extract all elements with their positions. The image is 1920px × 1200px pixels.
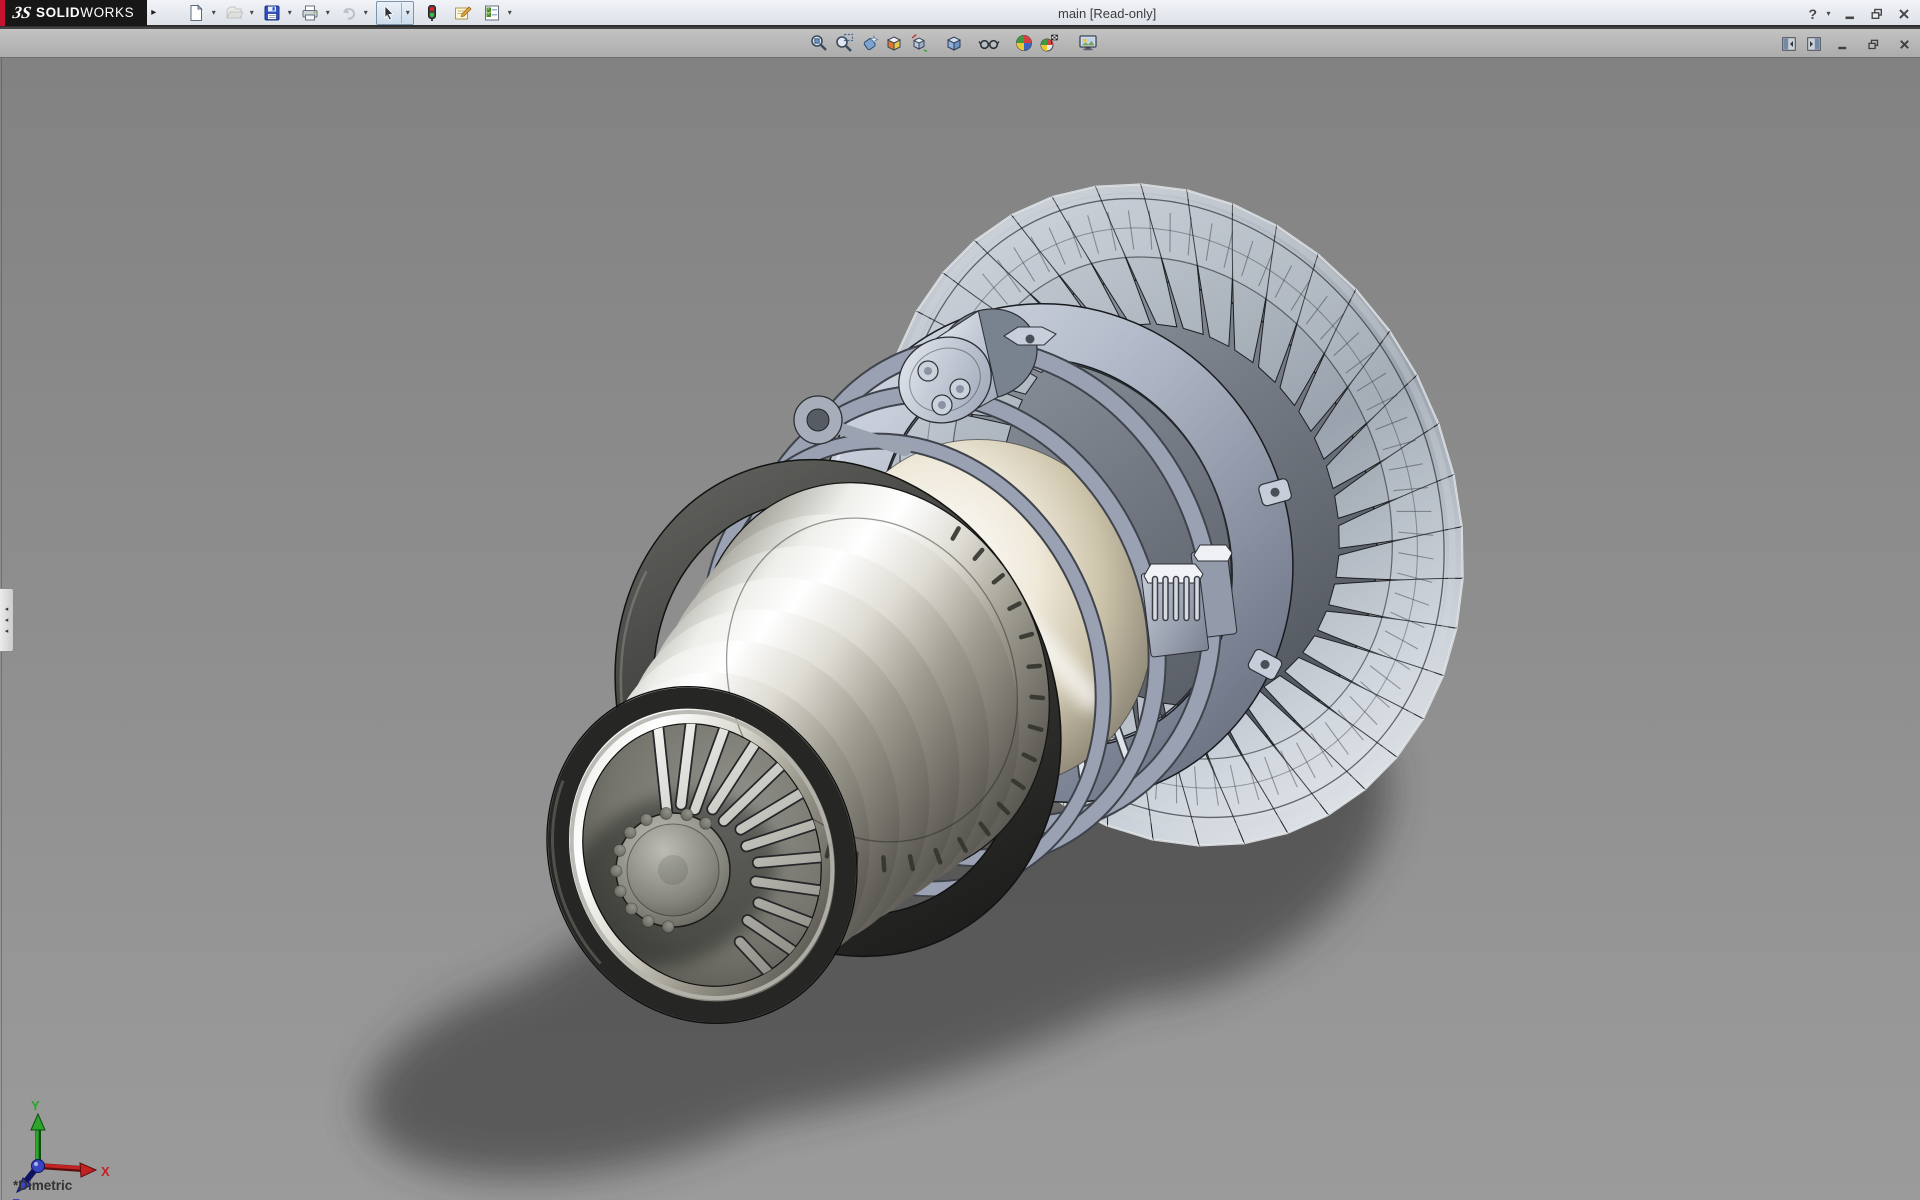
design-checker-button[interactable] (480, 2, 504, 24)
save-button[interactable] (260, 2, 284, 24)
minimize-button[interactable] (1839, 4, 1861, 24)
open-folder-icon (225, 4, 243, 22)
svg-text:Z: Z (12, 1196, 20, 1200)
toolbar-separator (966, 31, 976, 55)
titlebar: 3S SOLIDWORKS ▸ ▾ ▾ (0, 0, 1920, 27)
select-tool-group: ▾ (376, 1, 414, 25)
view-orientation-label: *Dimetric (13, 1178, 72, 1193)
triad-x-axis: X (38, 1163, 110, 1179)
display-states-button[interactable] (420, 2, 444, 24)
heads-up-view-toolbar (0, 29, 1920, 58)
brand-name: SOLIDWORKS (36, 5, 134, 20)
featuremanager-flyout-tab[interactable]: ◂ ◂ ◂ (0, 588, 14, 652)
solidworks-window: 3S SOLIDWORKS ▸ ▾ ▾ (0, 0, 1920, 1200)
select-cursor-icon (380, 4, 398, 22)
undo-caret[interactable]: ▾ (360, 8, 371, 17)
save-icon (263, 4, 281, 22)
help-button[interactable]: ? (1807, 6, 1818, 22)
view-orientation-icon (909, 33, 929, 53)
select-caret-box[interactable]: ▾ (401, 3, 413, 23)
display-style-button[interactable] (941, 31, 966, 55)
hide-show-items-button[interactable] (976, 31, 1001, 55)
new-document-caret[interactable]: ▾ (208, 8, 219, 17)
view-tools-group (806, 31, 1100, 55)
previous-view-button[interactable] (856, 31, 881, 55)
close-icon (1898, 38, 1911, 51)
restore-icon (1867, 38, 1880, 51)
document-restore-button[interactable] (1862, 34, 1884, 54)
print-button[interactable] (298, 2, 322, 24)
edit-appearance-button[interactable] (1011, 31, 1036, 55)
new-document-button[interactable] (184, 2, 208, 24)
apply-scene-button[interactable] (1036, 31, 1061, 55)
undo-icon (339, 4, 357, 22)
view-orientation-button[interactable] (906, 31, 931, 55)
open-caret[interactable]: ▾ (246, 8, 257, 17)
minimize-icon (1836, 38, 1849, 51)
comment-note-icon (453, 4, 472, 22)
logo-red-stripe (0, 0, 5, 26)
zoom-to-area-button[interactable] (831, 31, 856, 55)
restore-icon (1870, 7, 1884, 21)
comment-button[interactable] (450, 2, 474, 24)
new-document-icon (187, 4, 205, 22)
checklist-icon (483, 4, 501, 22)
collapse-left-pane-button[interactable] (1781, 32, 1797, 56)
standard-toolbar: ▾ ▾ (184, 1, 518, 25)
restore-button[interactable] (1866, 4, 1888, 24)
previous-view-icon (859, 33, 879, 53)
collapse-arrow-icon: ◂ (5, 606, 9, 613)
collapse-arrow-icon: ◂ (5, 617, 9, 624)
toolbar-separator (1061, 31, 1075, 55)
zoom-to-fit-icon (809, 33, 829, 53)
view-settings-icon (1078, 33, 1098, 53)
svg-text:Y: Y (31, 1098, 40, 1113)
panel-toggle-right-icon (1807, 37, 1821, 51)
document-title: main [Read-only] (1058, 6, 1156, 21)
close-button[interactable] (1893, 4, 1915, 24)
zoom-to-fit-button[interactable] (806, 31, 831, 55)
panel-toggle-left-icon (1782, 37, 1796, 51)
eyeglasses-icon (978, 33, 1000, 53)
jet-engine-3d-model[interactable] (0, 58, 1920, 1200)
titlebar-right-controls: ? ▾ (1807, 0, 1915, 27)
traffic-light-icon (423, 4, 441, 22)
select-button[interactable] (377, 3, 401, 23)
open-button[interactable] (222, 2, 246, 24)
menu-flyout-arrow-icon[interactable]: ▸ (151, 7, 156, 18)
document-close-button[interactable] (1893, 34, 1915, 54)
svg-text:X: X (101, 1164, 110, 1179)
solidworks-logo: 3S SOLIDWORKS (0, 0, 147, 26)
toolbar-separator (931, 31, 941, 55)
apply-scene-icon (1039, 33, 1059, 53)
collapse-arrow-icon: ◂ (5, 628, 9, 635)
select-caret: ▾ (402, 8, 413, 17)
section-view-icon (884, 33, 904, 53)
logo-mark: 3S (11, 3, 32, 23)
graphics-area[interactable]: ◂ ◂ ◂ Y X Z (0, 58, 1920, 1200)
undo-button[interactable] (336, 2, 360, 24)
display-style-icon (944, 33, 964, 53)
document-minimize-button[interactable] (1831, 34, 1853, 54)
minimize-icon (1843, 7, 1857, 21)
zoom-to-area-icon (834, 33, 854, 53)
collapse-right-pane-button[interactable] (1806, 32, 1822, 56)
save-caret[interactable]: ▾ (284, 8, 295, 17)
print-caret[interactable]: ▾ (322, 8, 333, 17)
close-icon (1897, 7, 1911, 21)
viewbar-right-controls (1781, 32, 1915, 56)
design-checker-caret[interactable]: ▾ (504, 8, 515, 17)
print-icon (301, 4, 319, 22)
section-view-button[interactable] (881, 31, 906, 55)
triad-y-axis: Y (31, 1098, 45, 1166)
view-settings-button[interactable] (1075, 31, 1100, 55)
help-caret[interactable]: ▾ (1823, 9, 1834, 18)
appearance-sphere-icon (1014, 33, 1034, 53)
toolbar-separator (1001, 31, 1011, 55)
